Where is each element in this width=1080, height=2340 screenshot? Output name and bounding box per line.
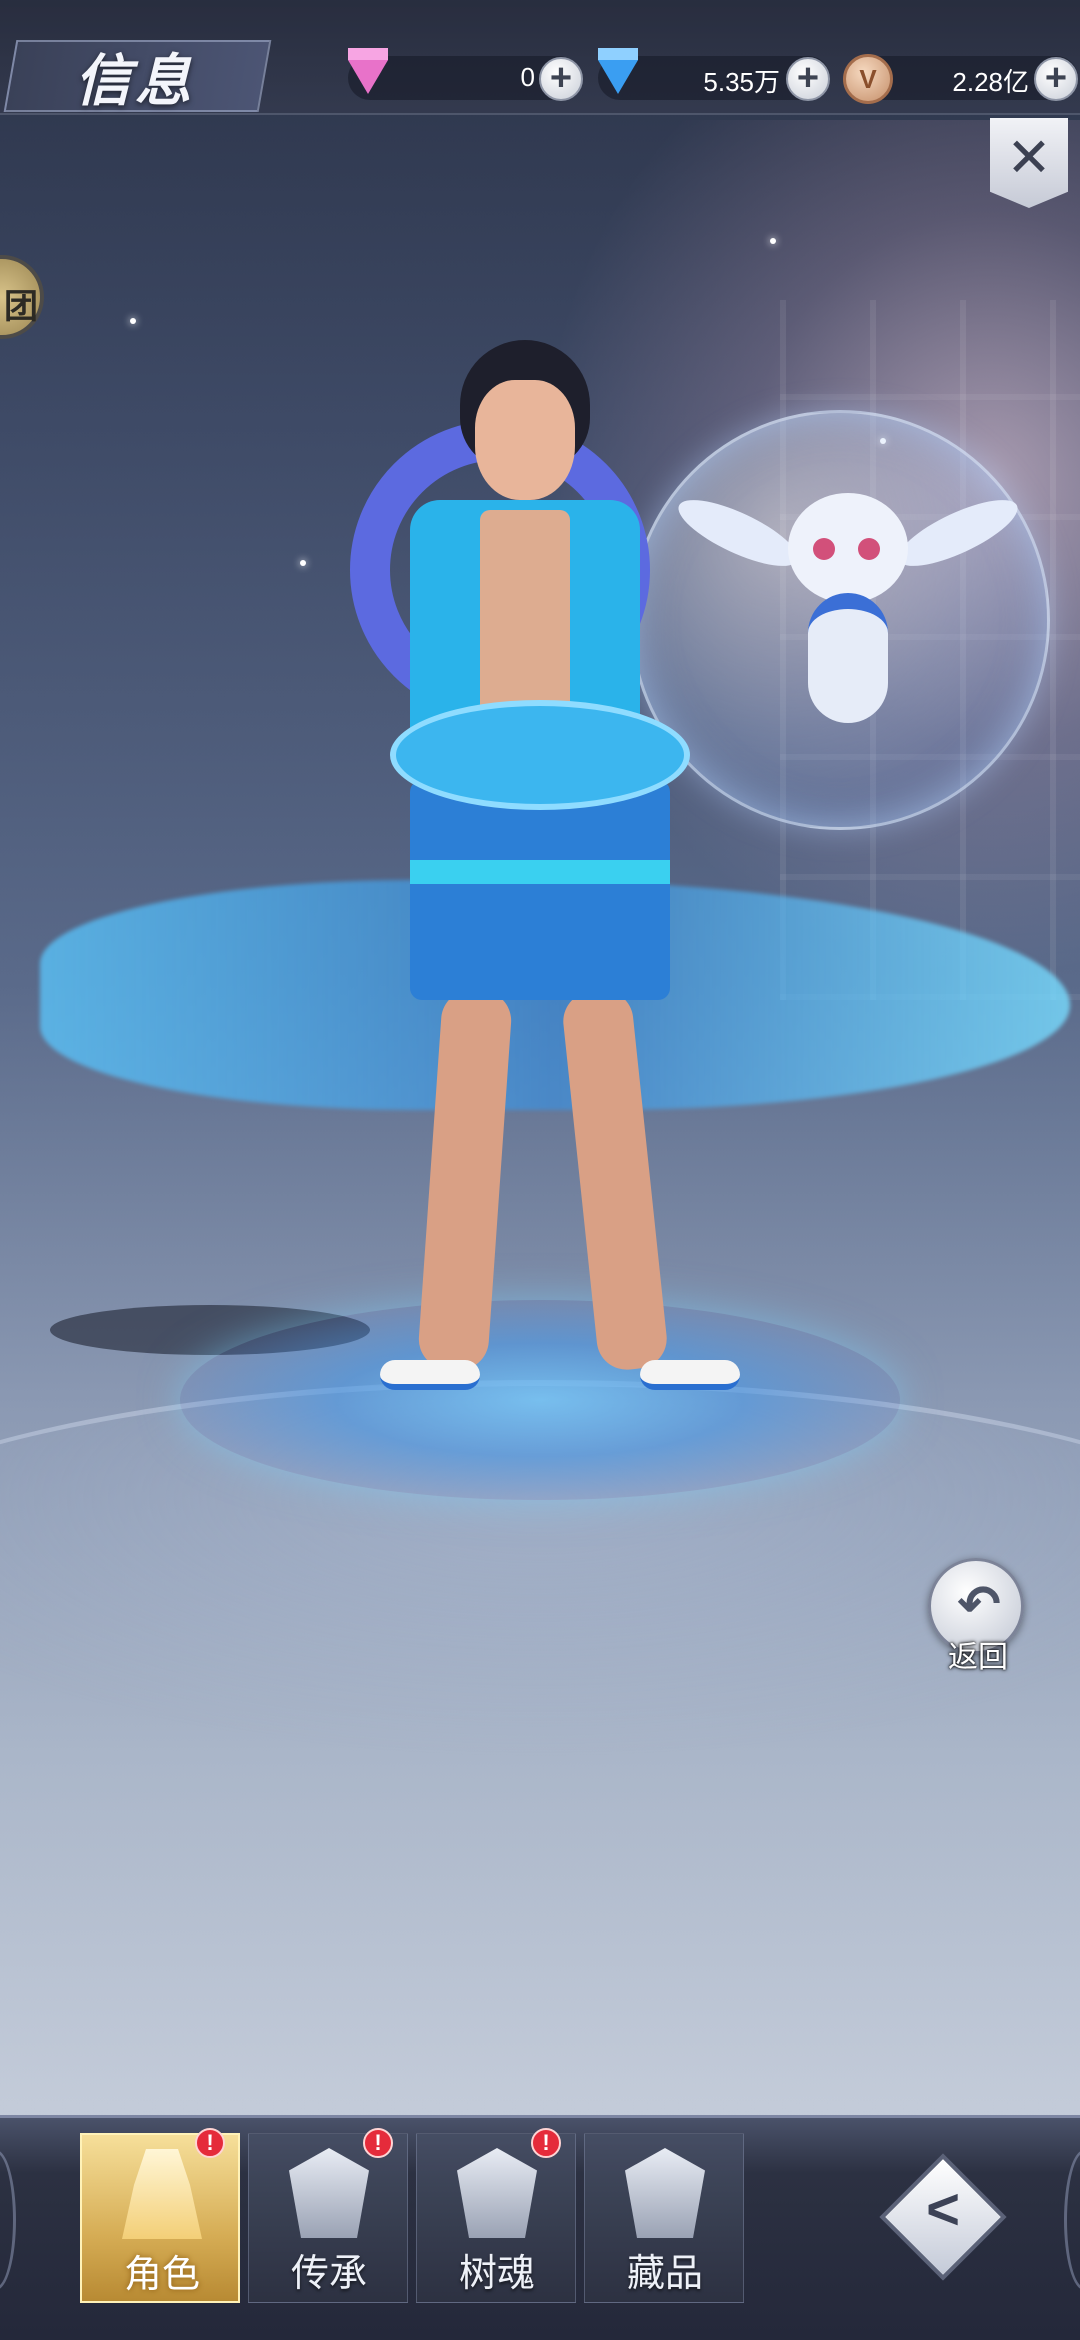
character-icon xyxy=(122,2149,202,2239)
side-badge-label: 团 xyxy=(4,288,38,326)
pink-diamond-value: 0 xyxy=(520,62,535,92)
add-pink-diamond-button[interactable]: + xyxy=(539,57,583,101)
tab-label: 藏品 xyxy=(626,2253,703,2295)
coin-value: 2.28亿 xyxy=(952,67,1029,97)
return-label[interactable]: 返回 xyxy=(938,1632,1018,1676)
collection-icon xyxy=(625,2148,705,2238)
close-icon: ✕ xyxy=(1006,128,1052,188)
coin-icon: V xyxy=(843,54,893,104)
page-title: 信息 xyxy=(75,49,195,114)
armor-icon xyxy=(289,2148,369,2238)
swim-ring-waist xyxy=(390,700,690,810)
pink-diamond-icon xyxy=(343,48,393,104)
sparkle xyxy=(130,318,136,324)
character-model[interactable] xyxy=(340,340,740,1420)
alert-badge: ! xyxy=(531,2128,561,2158)
tab-tree-soul[interactable]: 树魂 xyxy=(416,2133,576,2303)
sparkle xyxy=(300,560,306,566)
return-arrow-icon: ↶ xyxy=(957,1576,1001,1634)
pet-rabbit xyxy=(670,487,1026,733)
alert-badge: ! xyxy=(195,2128,225,2158)
close-button[interactable]: ✕ xyxy=(990,118,1068,208)
tab-label: 树魂 xyxy=(458,2253,535,2295)
tab-label: 角色 xyxy=(123,2254,200,2296)
alert-badge: ! xyxy=(363,2128,393,2158)
sparkle xyxy=(770,238,776,244)
blue-diamond-icon xyxy=(593,48,643,104)
tab-label: 传承 xyxy=(290,2253,367,2295)
diamond-arrow-icon[interactable]: < xyxy=(898,2176,988,2243)
tree-soul-icon xyxy=(457,2148,537,2238)
add-coin-button[interactable]: + xyxy=(1034,57,1078,101)
tab-character[interactable]: 角色 xyxy=(80,2133,240,2303)
tab-inheritance[interactable]: 传承 xyxy=(248,2133,408,2303)
tab-collection[interactable]: 藏品 xyxy=(584,2133,744,2303)
add-blue-diamond-button[interactable]: + xyxy=(786,57,830,101)
blue-diamond-value: 5.35万 xyxy=(703,67,780,97)
